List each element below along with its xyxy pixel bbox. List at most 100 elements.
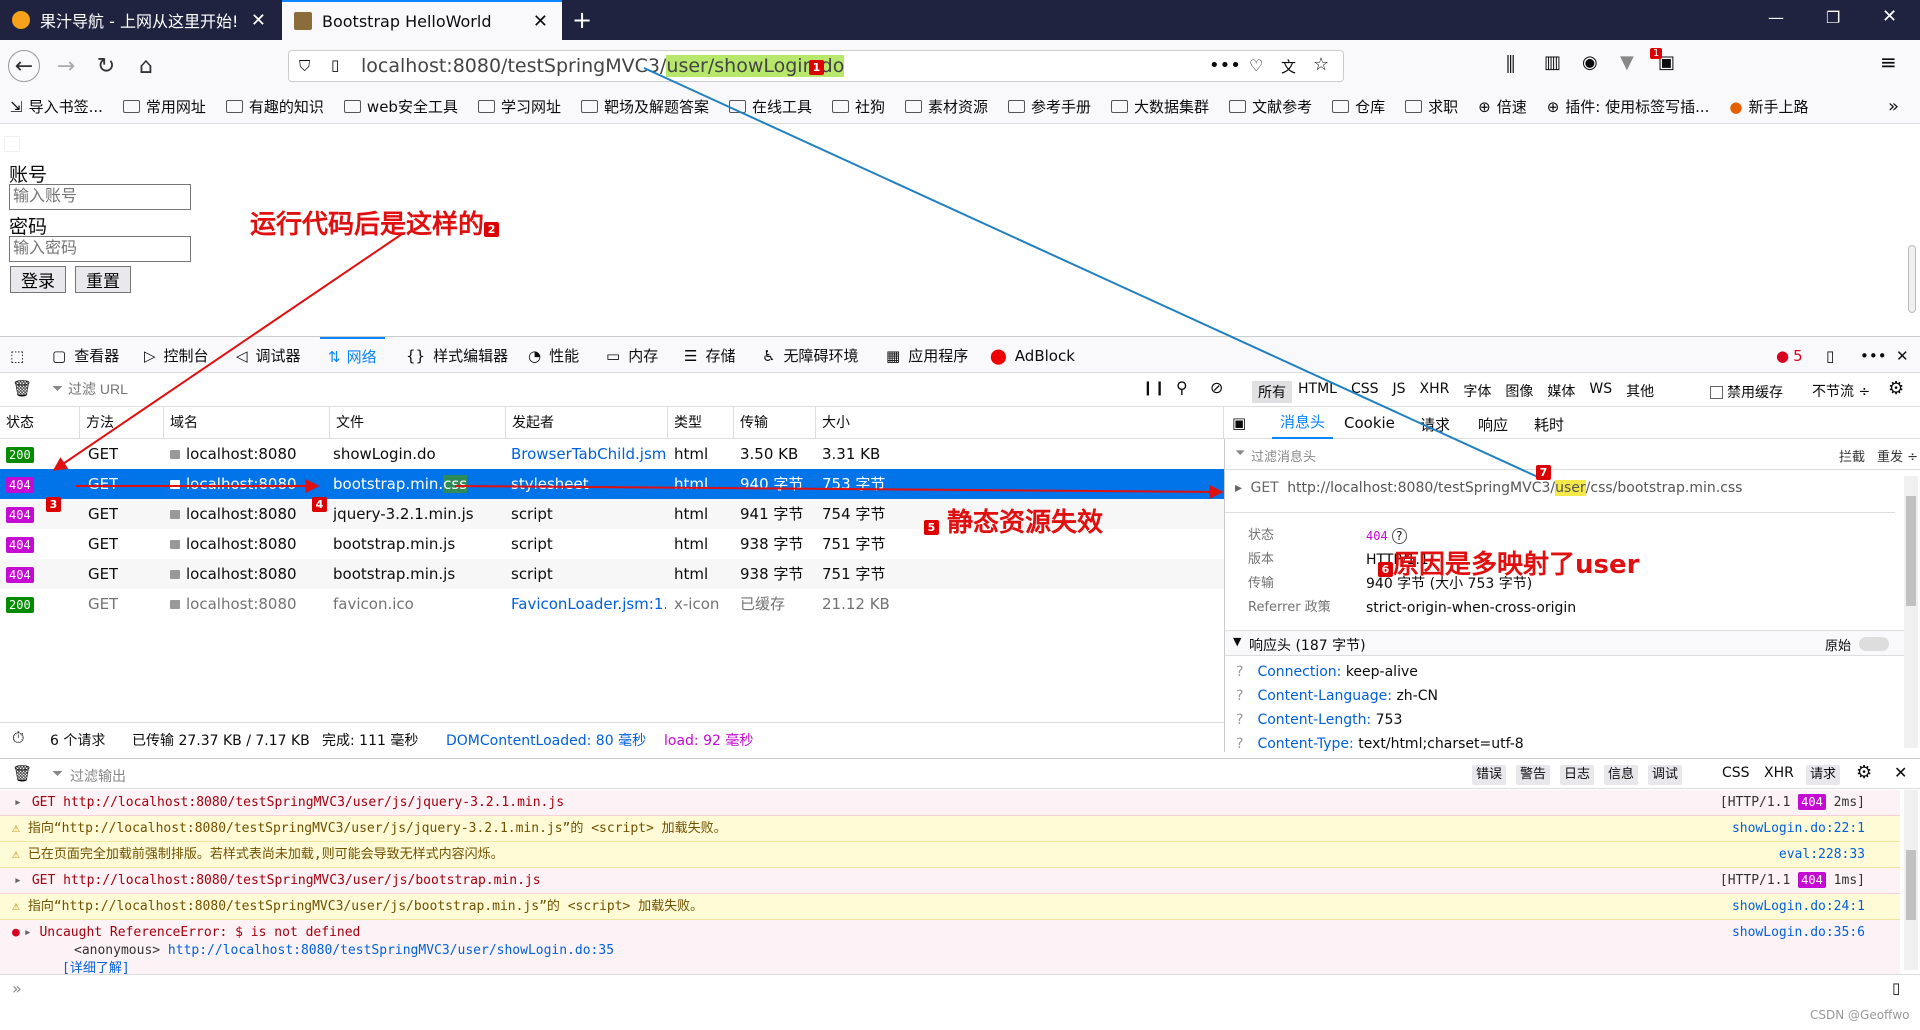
bookmark-folder[interactable]: 有趣的知识 xyxy=(225,96,324,117)
tab-style-editor[interactable]: {} 样式编辑器 xyxy=(406,337,508,374)
console-message[interactable]: ⚠ 已在页面完全加载前强制排版。若样式表尚未加载,则可能会导致无样式内容闪烁。 e… xyxy=(0,842,1900,868)
filter-fonts[interactable]: 字体 xyxy=(1463,381,1491,403)
new-tab-icon[interactable]: + xyxy=(572,6,592,34)
console-close-icon[interactable]: ✕ xyxy=(1894,763,1907,782)
tab-inspector[interactable]: ▢ 查看器 xyxy=(52,337,119,374)
disclosure-icon[interactable]: ▸ xyxy=(24,925,32,940)
resend-button[interactable]: 重发 ÷ xyxy=(1877,446,1918,465)
filter-css[interactable]: CSS xyxy=(1351,381,1379,403)
restore-icon[interactable]: ❐ xyxy=(1826,8,1840,27)
source-link[interactable]: showLogin.do:35:6 xyxy=(1732,924,1865,942)
source-link[interactable]: showLogin.do:22:1 xyxy=(1732,816,1865,841)
search-icon[interactable]: ⚲ xyxy=(1176,378,1188,397)
disable-cache-checkbox[interactable] xyxy=(1710,385,1723,399)
console-settings-icon[interactable]: ⚙ xyxy=(1856,762,1872,783)
bookmark-link[interactable]: ⊕ 插件: 使用标签写插... xyxy=(1547,96,1710,117)
level-errors[interactable]: 错误 xyxy=(1472,765,1507,785)
bookmark-link[interactable]: ● 新手上路 xyxy=(1729,96,1808,117)
more-bookmarks-icon[interactable]: » xyxy=(1888,96,1899,117)
scroll-thumb[interactable] xyxy=(1906,850,1916,920)
response-headers-section[interactable]: ▼ 响应头 (187 字节) 原始 xyxy=(1225,630,1905,656)
bookmark-folder[interactable]: 靶场及解题答案 xyxy=(580,96,709,117)
network-settings-icon[interactable]: ⚙ xyxy=(1888,378,1904,399)
pocket-icon[interactable]: ♡ xyxy=(1249,56,1263,75)
bookmark-folder[interactable]: web安全工具 xyxy=(343,96,458,117)
filter-requests[interactable]: 请求 xyxy=(1806,765,1841,785)
bookmark-folder[interactable]: 在线工具 xyxy=(728,96,812,117)
password-input[interactable] xyxy=(9,236,191,262)
toggle-panel-icon[interactable]: ▣ xyxy=(1232,414,1246,432)
bookmark-folder[interactable]: 常用网址 xyxy=(122,96,206,117)
close-icon[interactable]: ✕ xyxy=(251,10,266,31)
initiator[interactable]: BrowserTabChild.jsm... xyxy=(511,439,666,469)
col-transfer[interactable]: 传输 xyxy=(734,407,816,439)
block-icon[interactable]: ⊘ xyxy=(1210,378,1223,397)
menu-icon[interactable]: ≡ xyxy=(1880,50,1897,74)
details-scrollbar[interactable] xyxy=(1904,476,1918,748)
url-text[interactable]: localhost:8080/testSpringMVC3/user/showL… xyxy=(361,55,845,77)
bookmark-folder[interactable]: 大数据集群 xyxy=(1111,96,1209,117)
disclosure-icon[interactable]: ▸ xyxy=(14,795,22,810)
error-count[interactable]: ● 5 xyxy=(1776,337,1803,374)
source-link[interactable]: eval:228:33 xyxy=(1779,842,1865,867)
translate-page-icon[interactable]: 文 xyxy=(1281,56,1296,77)
source-link[interactable]: showLogin.do:24:1 xyxy=(1732,894,1865,919)
minimize-icon[interactable]: — xyxy=(1768,8,1784,27)
account-icon[interactable]: ◉ xyxy=(1582,52,1598,73)
tab-headers[interactable]: 消息头 xyxy=(1272,407,1334,439)
console-message[interactable]: ▸ GET http://localhost:8080/testSpringMVC… xyxy=(0,868,1900,894)
col-initiator[interactable]: 发起者 xyxy=(506,407,668,439)
bookmark-folder[interactable]: 仓库 xyxy=(1332,96,1385,117)
devtools-close-icon[interactable]: ✕ xyxy=(1896,337,1909,374)
filter-ws[interactable]: WS xyxy=(1589,381,1612,403)
col-file[interactable]: 文件 xyxy=(330,407,506,439)
table-row[interactable]: 404 GET localhost:8080 bootstrap.min.js … xyxy=(0,559,1224,589)
filter-xhr[interactable]: XHR xyxy=(1420,381,1450,403)
table-row[interactable]: 200 GET localhost:8080 favicon.ico Favic… xyxy=(0,589,1224,619)
tab-memory[interactable]: ▭ 内存 xyxy=(606,337,658,374)
table-row-selected[interactable]: 404 GET localhost:8080 bootstrap.min.css… xyxy=(0,469,1224,499)
tab-guozhi[interactable]: 果汁导航 - 上网从这里开始! ✕ xyxy=(0,0,280,40)
tab-bootstrap[interactable]: Bootstrap HelloWorld ✕ xyxy=(282,0,562,40)
level-warnings[interactable]: 警告 xyxy=(1516,765,1551,785)
block-button[interactable]: 拦截 xyxy=(1839,446,1865,465)
col-type[interactable]: 类型 xyxy=(668,407,734,439)
devtools-menu-icon[interactable]: ••• xyxy=(1860,337,1887,374)
sidebar-icon[interactable]: ▥ xyxy=(1544,52,1561,73)
login-button[interactable]: 登录 xyxy=(10,266,66,293)
tab-adblock[interactable]: ⬤ AdBlock xyxy=(990,337,1075,374)
tab-accessibility[interactable]: ♿ 无障碍环境 xyxy=(762,337,858,374)
tab-cookie[interactable]: Cookie xyxy=(1344,414,1395,432)
table-row[interactable]: 200 GET localhost:8080 showLogin.do Brow… xyxy=(0,439,1224,469)
pause-icon[interactable]: ❙❙ xyxy=(1142,380,1165,396)
help-icon[interactable]: ? xyxy=(1236,736,1243,752)
split-console-icon[interactable]: ▯ xyxy=(1892,979,1900,997)
disable-cache[interactable]: 禁用缓存 xyxy=(1710,382,1783,402)
raw-toggle[interactable] xyxy=(1859,637,1889,651)
help-icon[interactable]: ? xyxy=(1236,712,1243,728)
trash-icon[interactable]: 🗑 xyxy=(12,764,32,783)
tab-storage[interactable]: ☰ 存储 xyxy=(684,337,735,374)
console-message[interactable]: ⚠ 指向“http://localhost:8080/testSpringMVC3… xyxy=(0,816,1900,842)
tab-request[interactable]: 请求 xyxy=(1420,414,1450,435)
console-input[interactable]: » ▯ xyxy=(0,974,1920,1004)
filter-all[interactable]: 所有 xyxy=(1252,381,1292,403)
initiator[interactable]: FaviconLoader.jsm:1... xyxy=(511,589,666,619)
disclosure-icon[interactable]: ▸ xyxy=(1235,480,1242,496)
url-filter-input[interactable] xyxy=(68,378,368,400)
filter-media[interactable]: 媒体 xyxy=(1547,381,1575,403)
filter-css[interactable]: CSS xyxy=(1722,765,1750,781)
bookmark-link[interactable]: ⊕ 倍速 xyxy=(1478,96,1527,117)
stack-url[interactable]: http://localhost:8080/testSpringMVC3/use… xyxy=(168,943,614,958)
filter-extension-icon[interactable]: ▼ xyxy=(1620,52,1634,73)
console-scrollbar[interactable] xyxy=(1904,790,1918,970)
filter-other[interactable]: 其他 xyxy=(1626,381,1654,403)
library-icon[interactable]: ⫼ xyxy=(1506,52,1515,76)
col-method[interactable]: 方法 xyxy=(80,407,164,439)
level-logs[interactable]: 日志 xyxy=(1560,765,1595,785)
col-size[interactable]: 大小 xyxy=(816,407,1224,439)
level-debug[interactable]: 调试 xyxy=(1648,765,1683,785)
bookmark-folder[interactable]: 文献参考 xyxy=(1229,96,1312,117)
forward-icon[interactable]: → xyxy=(50,50,82,82)
console-message[interactable]: ⚠ 指向“http://localhost:8080/testSpringMVC3… xyxy=(0,894,1900,920)
